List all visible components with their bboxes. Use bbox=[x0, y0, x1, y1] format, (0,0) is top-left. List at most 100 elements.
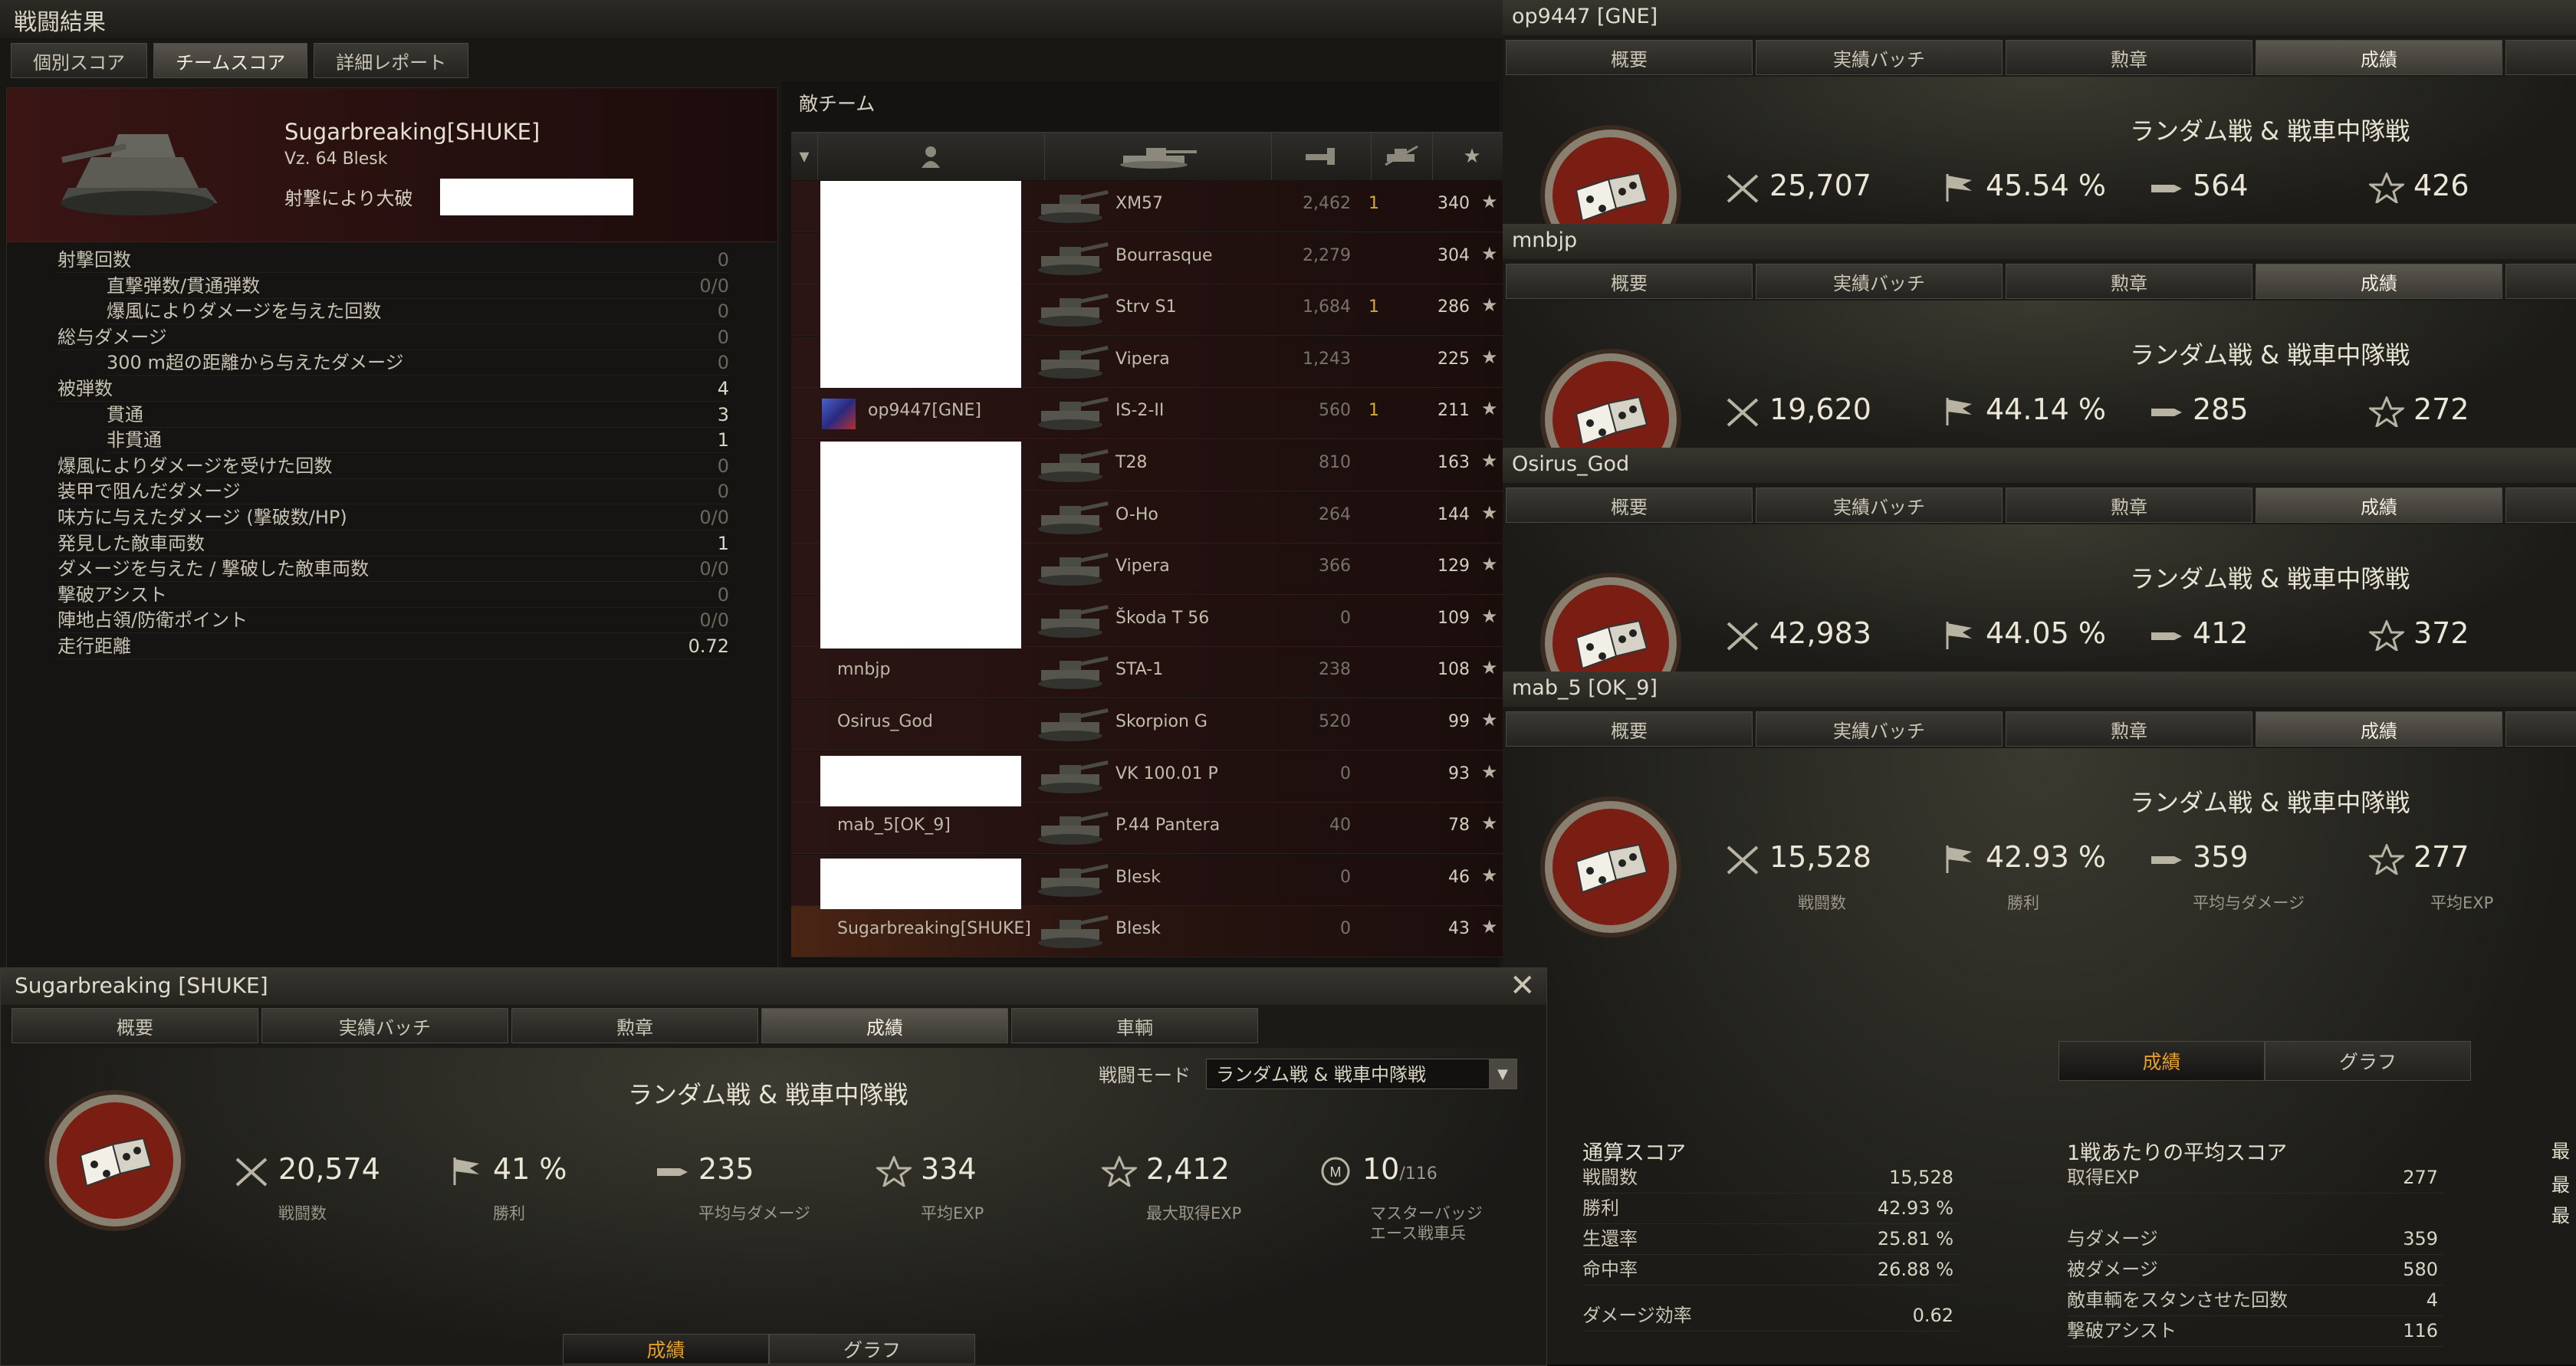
player-stat-panel: mab_5 [OK_9] 概要 実績バッチ 勲章 成績 ランダム戦 & 戦車中隊… bbox=[1503, 672, 2576, 1365]
tab-team[interactable]: チームスコア bbox=[153, 43, 308, 78]
tab-achievements[interactable]: 実績バッチ bbox=[1756, 488, 2003, 523]
battle-mode-select[interactable]: ランダム戦 & 戦車中隊戦 ▼ bbox=[1206, 1059, 1517, 1089]
close-icon[interactable]: ✕ bbox=[1510, 968, 1536, 1003]
star-icon bbox=[2369, 396, 2404, 427]
tab-achievements[interactable]: 実績バッチ bbox=[1756, 264, 2003, 299]
tank-icon bbox=[1038, 656, 1109, 690]
master-total: /116 bbox=[1399, 1164, 1438, 1184]
mode-title: ランダム戦 & 戦車中隊戦 bbox=[628, 1080, 909, 1109]
xp-value: 163 bbox=[1438, 453, 1470, 472]
graph-button[interactable]: グラフ bbox=[2265, 1041, 2471, 1081]
profile-tabs: 概要 実績バッチ 勲章 成績 車輌 bbox=[12, 1008, 1258, 1043]
tab-overview[interactable]: 概要 bbox=[1506, 488, 1753, 523]
panel-body: ランダム戦 & 戦車中隊戦 42,983 44.05 % 412 372 bbox=[1503, 524, 2576, 672]
tab-personal[interactable]: 個別スコア bbox=[11, 43, 147, 78]
table-row[interactable]: Osirus_God Skorpion G 520 99 ★ bbox=[791, 699, 1512, 750]
tank-icon bbox=[1038, 708, 1109, 741]
row-value: 359 bbox=[2403, 1228, 2438, 1249]
star-icon: ★ bbox=[1481, 916, 1498, 938]
table-row[interactable]: mab_5[OK_9] P.44 Pantera 40 78 ★ bbox=[791, 803, 1512, 855]
stat-value: 0 bbox=[717, 455, 729, 477]
panel-titlebar: op9447 [GNE] bbox=[1503, 0, 2576, 35]
table-row[interactable]: Sugarbreaking[SHUKE] Blesk 0 43 ★ bbox=[791, 906, 1512, 958]
dropdown-arrow-icon[interactable]: ▼ bbox=[1489, 1059, 1516, 1089]
tab-records[interactable]: 成績 bbox=[761, 1008, 1008, 1043]
tab-medals[interactable]: 勲章 bbox=[2006, 488, 2252, 523]
tab-medals[interactable]: 勲章 bbox=[2006, 40, 2252, 75]
tab-details[interactable]: 詳細レポート bbox=[314, 43, 469, 78]
table-row[interactable]: mnbjp STA-1 238 108 ★ bbox=[791, 647, 1512, 699]
row-value: 15,528 bbox=[1889, 1167, 1953, 1188]
xp-value: 99 bbox=[1448, 712, 1470, 731]
tank-name: P.44 Pantera bbox=[1116, 816, 1221, 836]
tank-name: VK 100.01 P bbox=[1116, 763, 1218, 783]
tank-name: Blesk bbox=[1116, 919, 1161, 939]
tab-records[interactable]: 成績 bbox=[2256, 488, 2502, 523]
tab-vehicles[interactable] bbox=[2505, 40, 2576, 75]
damage-value: 235 bbox=[698, 1152, 754, 1186]
player-column-icon[interactable] bbox=[817, 133, 1045, 180]
stat-value: 0 bbox=[717, 249, 729, 271]
tab-medals[interactable]: 勲章 bbox=[511, 1008, 758, 1043]
row-label: 命中率 bbox=[1582, 1259, 1638, 1280]
row-value: 580 bbox=[2403, 1259, 2438, 1280]
master-stat: M 10/116 bbox=[1318, 1152, 1438, 1187]
platoon-icon[interactable]: ▾ bbox=[791, 133, 818, 180]
tab-overview[interactable]: 概要 bbox=[12, 1008, 258, 1043]
table-row[interactable]: op9447[GNE] IS-2-II 560 1 211 ★ bbox=[791, 388, 1512, 440]
tank-name: XM57 bbox=[1116, 194, 1164, 213]
star-icon: ★ bbox=[1481, 346, 1498, 368]
clipped-label: 最 bbox=[2551, 1205, 2570, 1226]
xp-value: 129 bbox=[1438, 557, 1470, 576]
star-icon: ★ bbox=[1481, 864, 1498, 886]
kill-label: 射撃により大破 bbox=[284, 188, 413, 209]
damage-column-icon[interactable] bbox=[1271, 133, 1372, 180]
xp-column-star-icon[interactable]: ★ bbox=[1432, 133, 1512, 180]
tank-name: T28 bbox=[1116, 453, 1148, 472]
tank-column-icon[interactable] bbox=[1044, 133, 1272, 180]
tab-achievements[interactable]: 実績バッチ bbox=[1756, 40, 2003, 75]
stat-label: 非貫通 bbox=[107, 429, 162, 452]
crossed-swords-icon bbox=[1727, 398, 1759, 426]
tab-records[interactable]: 成績 bbox=[2256, 40, 2502, 75]
battle-results-window: 戦闘結果 個別スコア チームスコア 詳細レポート Sugarbreaking[S… bbox=[0, 0, 1512, 969]
tab-records[interactable]: 成績 bbox=[2256, 264, 2502, 299]
stat-row: 陣地占領/防衛ポイント 0/0 bbox=[58, 608, 729, 634]
clan-emblem-icon bbox=[822, 399, 856, 430]
records-button[interactable]: 成績 bbox=[2058, 1041, 2265, 1081]
panel-player-name: Osirus_God bbox=[1512, 452, 1630, 476]
tank-icon bbox=[1038, 760, 1109, 793]
row-label: 撃破アシスト bbox=[2067, 1320, 2177, 1341]
damage-value: 264 bbox=[1319, 504, 1351, 524]
tab-vehicles[interactable]: 車輌 bbox=[1011, 1008, 1258, 1043]
records-button[interactable]: 成績 bbox=[563, 1334, 769, 1364]
row-value: 26.88 % bbox=[1877, 1259, 1953, 1280]
kills-column-icon[interactable] bbox=[1371, 133, 1433, 180]
damage-caption: 平均与ダメージ bbox=[698, 1204, 810, 1223]
tab-vehicles[interactable] bbox=[2505, 488, 2576, 523]
row-label: 取得EXP bbox=[2067, 1167, 2140, 1188]
master-badge-icon: M bbox=[1321, 1157, 1350, 1185]
tab-achievements[interactable]: 実績バッチ bbox=[261, 1008, 508, 1043]
tab-medals[interactable]: 勲章 bbox=[2006, 264, 2252, 299]
tank-name: O-Ho bbox=[1116, 504, 1158, 524]
kills-value: 1 bbox=[1368, 401, 1379, 421]
battles-stat: 25,707 bbox=[1725, 169, 1871, 203]
tab-overview[interactable]: 概要 bbox=[1506, 40, 1753, 75]
battles-value: 20,574 bbox=[278, 1152, 380, 1186]
star-icon: ★ bbox=[1481, 657, 1498, 679]
kills-value: 1 bbox=[1368, 194, 1379, 213]
row-label: 被ダメージ bbox=[2067, 1259, 2158, 1280]
graph-button[interactable]: グラフ bbox=[769, 1334, 975, 1364]
damage-stat: 285 bbox=[2148, 392, 2249, 427]
clipped-label: 最 bbox=[2551, 1174, 2570, 1196]
tank-icon bbox=[1038, 553, 1109, 586]
stat-label: 被弾数 bbox=[58, 378, 113, 399]
xp-value: 304 bbox=[1438, 245, 1470, 265]
stat-label: 爆風によりダメージを与えた回数 bbox=[107, 300, 382, 323]
exp-value: 426 bbox=[2413, 169, 2469, 202]
damage-stat: 564 bbox=[2148, 169, 2249, 203]
battles-stat: 42,983 bbox=[1725, 616, 1871, 651]
tab-overview[interactable]: 概要 bbox=[1506, 264, 1753, 299]
tab-vehicles[interactable] bbox=[2505, 264, 2576, 299]
